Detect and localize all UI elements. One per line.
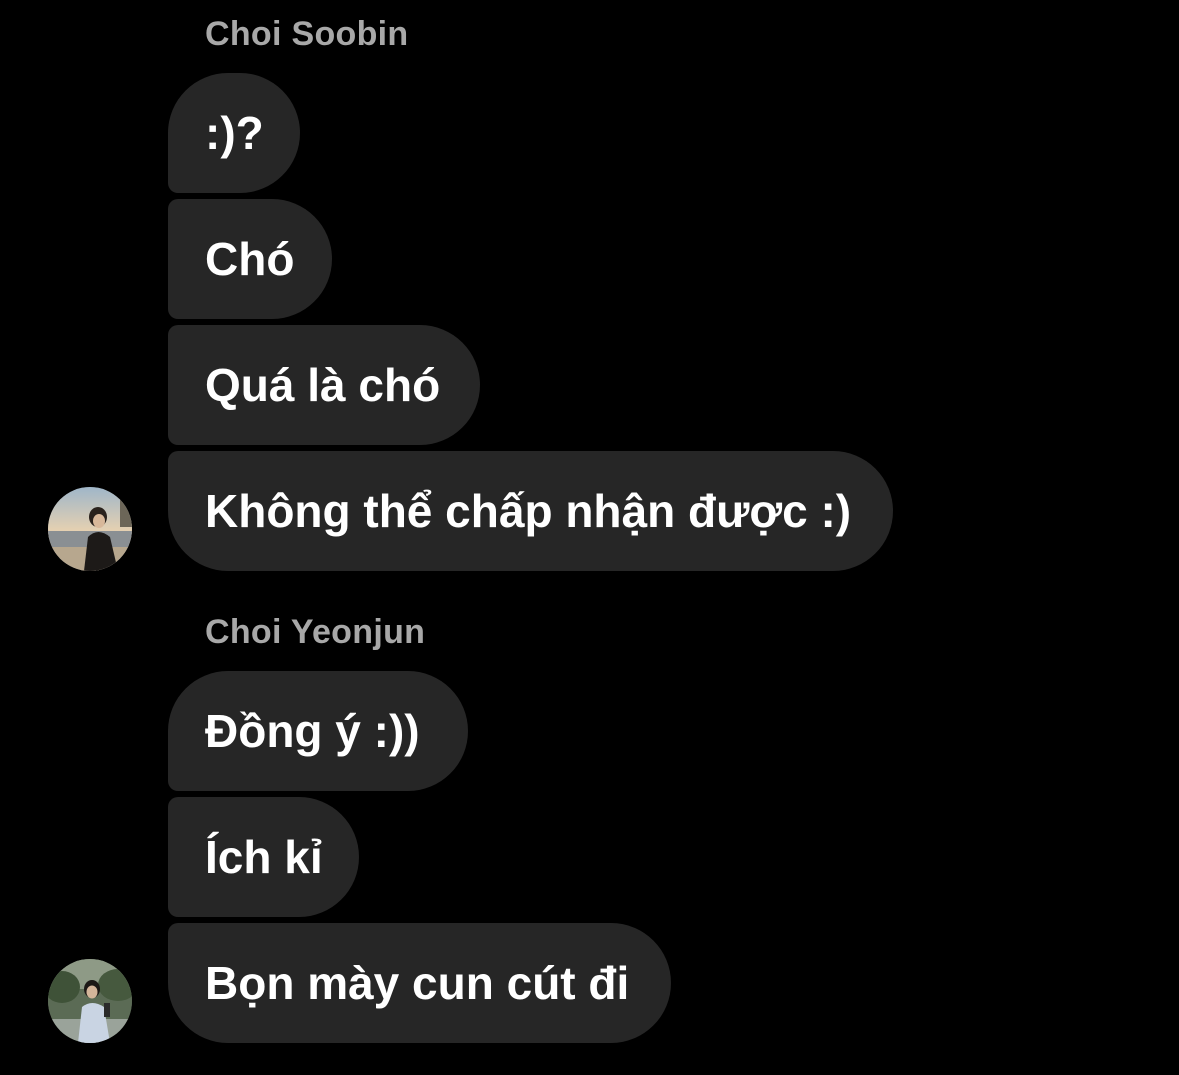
message-bubble[interactable]: Bọn mày cun cút đi	[168, 923, 671, 1043]
message-bubble[interactable]: Ích kỉ	[168, 797, 359, 917]
profile-photo-park-icon	[48, 959, 132, 1043]
sender-name: Choi Soobin	[205, 15, 409, 53]
message-bubble[interactable]: :)?	[168, 73, 300, 193]
profile-photo-beach-icon	[48, 487, 132, 571]
message-bubble[interactable]: Chó	[168, 199, 332, 319]
message-bubble[interactable]: Đồng ý :))	[168, 671, 468, 791]
sender-name: Choi Yeonjun	[205, 613, 426, 651]
avatar[interactable]	[48, 487, 132, 571]
avatar[interactable]	[48, 959, 132, 1043]
message-bubble[interactable]: Quá là chó	[168, 325, 480, 445]
message-bubble[interactable]: Không thể chấp nhận được :)	[168, 451, 893, 571]
